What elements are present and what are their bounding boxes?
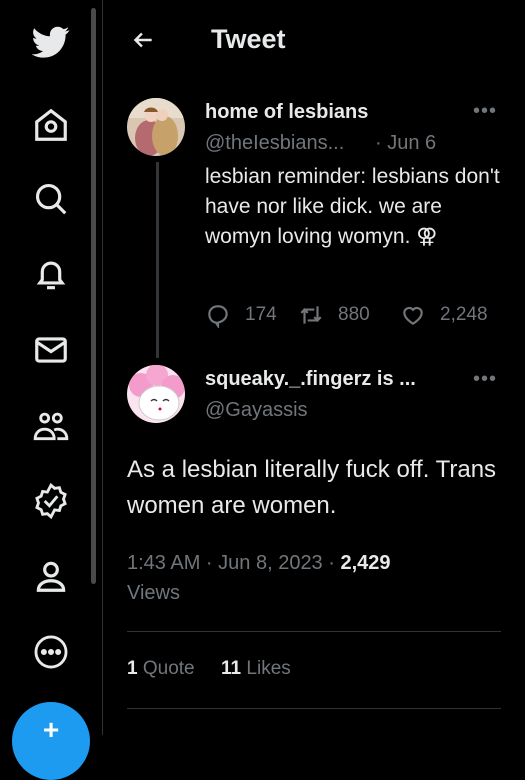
sidebar: + — [0, 0, 100, 780]
page-title: Tweet — [211, 24, 286, 54]
avatar[interactable] — [127, 365, 185, 423]
like-button[interactable]: 2,248 — [400, 302, 488, 328]
reply-count: 174 — [245, 304, 277, 325]
reply-button[interactable]: 174 — [205, 302, 277, 328]
quotes-link[interactable]: 1 Quote — [127, 658, 195, 679]
compose-plus-icon: + — [42, 714, 60, 745]
tweet-timestamp[interactable]: 1:43 AM · Jun 8, 2023 · — [127, 552, 340, 574]
author-handle[interactable]: @theIesbians... — [205, 132, 344, 155]
retweet-icon — [300, 306, 322, 324]
retweet-count: 880 — [338, 304, 370, 325]
more-icon[interactable] — [26, 627, 76, 677]
divider — [127, 631, 501, 632]
sidebar-scrollbar[interactable] — [91, 8, 96, 584]
tweet-date[interactable]: · Jun 6 — [375, 132, 436, 155]
bell-icon[interactable] — [26, 250, 76, 300]
retweet-button[interactable]: 880 — [298, 302, 370, 328]
like-count: 2,248 — [440, 304, 488, 325]
more-options-icon[interactable]: ••• — [473, 100, 497, 123]
tweet-text: lesbian reminder: lesbians don't have no… — [205, 165, 500, 248]
more-options-icon[interactable]: ••• — [473, 368, 497, 391]
tweet-metadata: 1:43 AM · Jun 8, 2023 · 2,429 Views — [127, 548, 507, 608]
mail-icon[interactable] — [26, 325, 76, 375]
avatar[interactable] — [127, 98, 185, 156]
quote-count: 1 — [127, 658, 138, 679]
author-name[interactable]: squeaky._.fingerz is ... — [205, 368, 416, 391]
verified-icon[interactable] — [26, 476, 76, 526]
twitter-bird-icon[interactable] — [26, 17, 76, 67]
compose-button[interactable]: + — [12, 702, 90, 780]
views-label: Views — [127, 582, 180, 604]
quote-label: Quote — [137, 658, 195, 679]
search-icon[interactable] — [26, 174, 76, 224]
likes-label: Likes — [241, 658, 291, 679]
engagement-counts: 1 Quote 11 Likes — [127, 658, 291, 680]
profile-icon[interactable] — [26, 551, 76, 601]
heart-icon — [403, 306, 423, 325]
likes-link[interactable]: 11 Likes — [221, 658, 291, 679]
home-icon[interactable] — [26, 100, 76, 150]
tweet-text: As a lesbian literally fuck off. Trans w… — [127, 456, 497, 519]
views-count: 2,429 — [340, 552, 391, 574]
likes-count: 11 — [221, 658, 242, 679]
main-column: Tweet home of lesbians @theIesbians... ·… — [103, 0, 525, 735]
thread-line — [156, 162, 159, 358]
author-name[interactable]: home of lesbians — [205, 101, 368, 124]
divider — [127, 708, 501, 709]
reply-icon — [208, 305, 228, 328]
back-arrow-icon[interactable] — [127, 24, 159, 56]
author-handle[interactable]: @Gayassis — [205, 399, 308, 422]
communities-icon[interactable] — [26, 401, 76, 451]
